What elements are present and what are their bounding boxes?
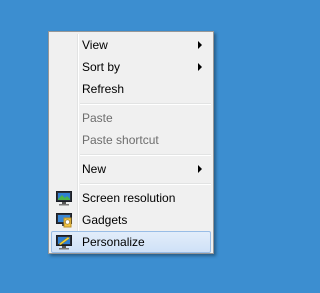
desktop-context-menu: View Sort by Refresh Paste Paste shortcu…	[48, 31, 214, 254]
menu-item-label: View	[82, 38, 108, 52]
monitor-icon	[56, 191, 72, 206]
menu-item-paste-shortcut[interactable]: Paste shortcut	[51, 129, 211, 151]
menu-item-label: Gadgets	[82, 213, 128, 227]
menu-item-personalize[interactable]: Personalize	[51, 231, 211, 253]
menu-item-view[interactable]: View	[51, 34, 211, 56]
menu-item-screen-resolution[interactable]: Screen resolution	[51, 187, 211, 209]
menu-separator	[80, 183, 211, 185]
menu-item-label: Sort by	[82, 60, 121, 74]
menu-item-sort-by[interactable]: Sort by	[51, 56, 211, 78]
menu-item-label: New	[82, 162, 107, 176]
menu-separator	[80, 154, 211, 156]
menu-item-label: Refresh	[82, 82, 125, 96]
submenu-arrow-icon	[198, 41, 202, 49]
menu-item-gadgets[interactable]: Gadgets	[51, 209, 211, 231]
submenu-arrow-icon	[198, 63, 202, 71]
menu-item-label: Personalize	[82, 235, 145, 249]
menu-item-label: Screen resolution	[82, 191, 176, 205]
menu-separator	[80, 103, 211, 105]
menu-item-label: Paste shortcut	[82, 133, 159, 147]
menu-item-paste[interactable]: Paste	[51, 107, 211, 129]
menu-item-refresh[interactable]: Refresh	[51, 78, 211, 100]
gadgets-icon	[56, 213, 72, 228]
personalize-icon	[56, 235, 72, 250]
menu-item-new[interactable]: New	[51, 158, 211, 180]
submenu-arrow-icon	[198, 165, 202, 173]
menu-item-label: Paste	[82, 111, 113, 125]
